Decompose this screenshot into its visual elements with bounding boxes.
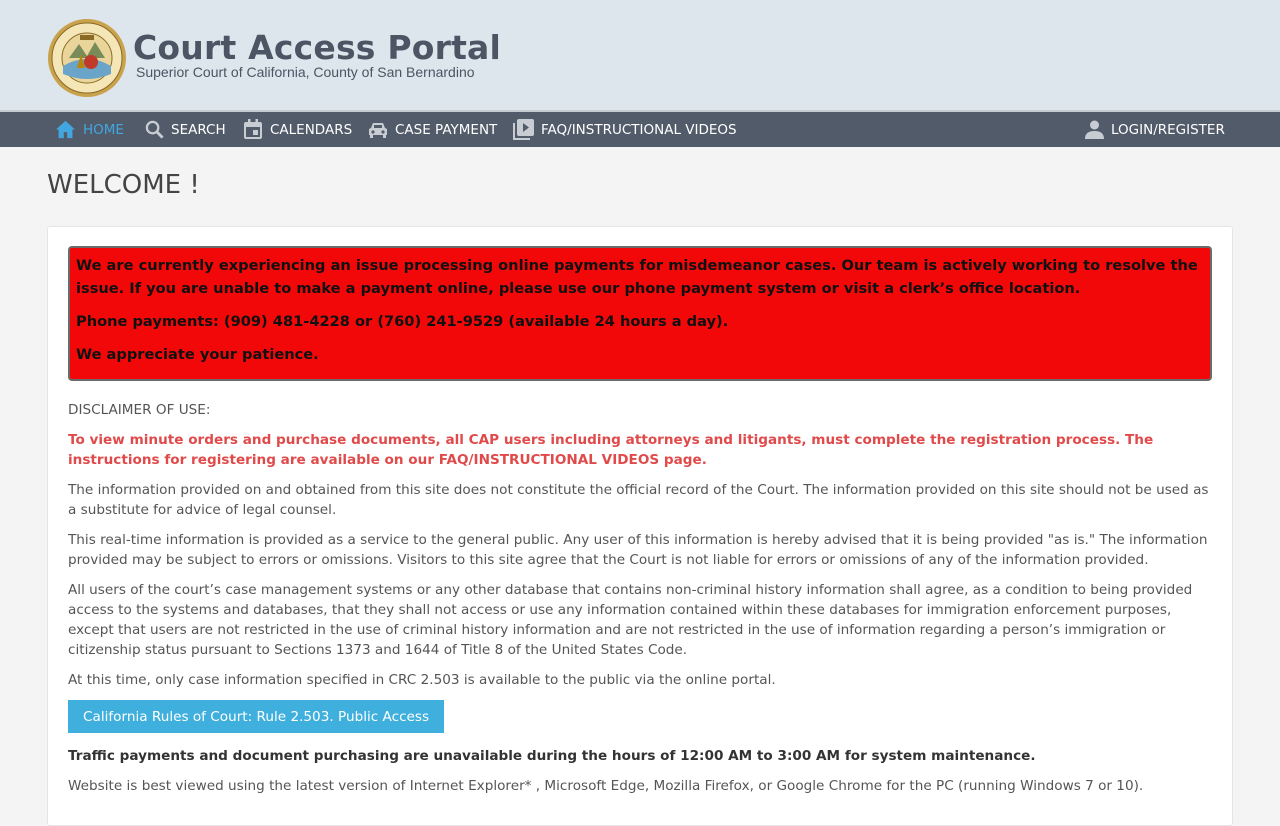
nav-home[interactable]: HOME <box>55 112 124 147</box>
alert-phone-numbers: Phone payments: (909) 481-4228 or (760) … <box>76 313 729 330</box>
portal-title: Court Access Portal <box>133 28 502 67</box>
alert-thanks: We appreciate your patience. <box>76 346 319 363</box>
rule-2503-button[interactable]: California Rules of Court: Rule 2.503. P… <box>68 700 445 733</box>
nav-faq-videos[interactable]: FAQ/INSTRUCTIONAL VIDEOS <box>513 112 737 147</box>
video-icon <box>513 119 534 140</box>
alert-message: We are currently experiencing an issue p… <box>76 257 1198 297</box>
nav-search[interactable]: SEARCH <box>145 112 226 147</box>
home-icon <box>56 120 75 139</box>
main-nav: HOME SEARCH CALENDARS CASE PAYMENT FAQ/I… <box>0 110 1280 147</box>
disclaimer-immigration: All users of the court’s case management… <box>68 582 1193 658</box>
disclaimer-heading: DISCLAIMER OF USE: <box>68 402 211 418</box>
disclaimer-official-record: The information provided on and obtained… <box>68 482 1209 518</box>
user-icon <box>1085 120 1104 139</box>
login-register-label: LOGIN/REGISTER <box>1111 121 1225 138</box>
login-register-link[interactable]: LOGIN/REGISTER <box>1085 112 1225 147</box>
crc-notice: At this time, only case information spec… <box>68 672 776 688</box>
nav-faq-videos-label: FAQ/INSTRUCTIONAL VIDEOS <box>541 121 737 138</box>
page-title: WELCOME ! <box>47 170 200 200</box>
nav-search-label: SEARCH <box>171 121 226 138</box>
car-icon <box>369 123 387 138</box>
disclaimer-as-is: This real-time information is provided a… <box>68 532 1208 568</box>
disclaimer-section: DISCLAIMER OF USE: To view minute orders… <box>68 400 1218 806</box>
nav-calendars-label: CALENDARS <box>270 121 353 138</box>
payment-issue-alert: We are currently experiencing an issue p… <box>68 246 1212 381</box>
court-subtitle: Superior Court of California, County of … <box>136 64 475 80</box>
nav-home-label: HOME <box>83 121 124 138</box>
search-icon <box>145 120 164 139</box>
nav-case-payment[interactable]: CASE PAYMENT <box>368 112 497 147</box>
california-court-seal-icon <box>48 19 126 97</box>
maintenance-notice: Traffic payments and document purchasing… <box>68 748 1036 764</box>
nav-calendars[interactable]: CALENDARS <box>243 112 352 147</box>
nav-case-payment-label: CASE PAYMENT <box>395 121 498 138</box>
registration-notice: To view minute orders and purchase docum… <box>68 432 1154 468</box>
calendar-icon <box>244 119 262 139</box>
browser-notice: Website is best viewed using the latest … <box>68 778 1144 794</box>
site-header: Court Access Portal Superior Court of Ca… <box>0 0 1280 110</box>
